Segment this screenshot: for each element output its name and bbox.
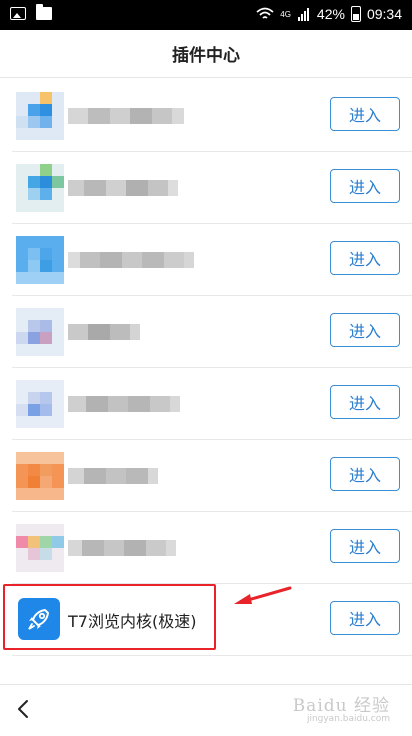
plugin-row: 进入: [12, 296, 412, 368]
chevron-left-icon[interactable]: [12, 697, 36, 721]
signal-icon: [297, 8, 309, 21]
battery-icon: [350, 6, 361, 22]
blurred-plugin-name: [68, 396, 180, 412]
blurred-plugin-name: [68, 180, 178, 196]
enter-button[interactable]: 进入: [330, 169, 400, 203]
plugin-row: 进入: [12, 80, 412, 152]
image-icon: [10, 7, 26, 20]
blurred-plugin-icon: [16, 452, 64, 500]
enter-button[interactable]: 进入: [330, 313, 400, 347]
plugin-row: 进入: [12, 224, 412, 296]
enter-button[interactable]: 进入: [330, 457, 400, 491]
plugin-row: 进入: [12, 440, 412, 512]
rocket-icon: [18, 598, 60, 640]
plugin-name: T7浏览内核(极速): [68, 612, 197, 631]
blurred-plugin-name: [68, 252, 194, 268]
blurred-plugin-icon: [16, 308, 64, 356]
clock: 09:34: [366, 6, 402, 22]
enter-button[interactable]: 进入: [330, 601, 400, 635]
app-header: 插件中心: [0, 30, 412, 78]
blurred-plugin-name: [68, 540, 176, 556]
watermark-url: jingyan.baidu.com: [306, 714, 390, 724]
blurred-plugin-name: [68, 324, 140, 340]
blurred-plugin-icon: [16, 524, 64, 572]
blurred-plugin-icon: [16, 380, 64, 428]
plugin-row: 进入: [12, 152, 412, 224]
blurred-plugin-icon: [16, 236, 64, 284]
blurred-plugin-icon: [16, 164, 64, 212]
plugin-row-t7: T7浏览内核(极速) 进入: [12, 584, 412, 656]
enter-button[interactable]: 进入: [330, 241, 400, 275]
blurred-plugin-name: [68, 108, 184, 124]
network-label: 4G: [280, 9, 291, 19]
status-bar: 4G 42% 09:34: [0, 0, 412, 30]
blurred-plugin-name: [68, 468, 158, 484]
blurred-plugin-icon: [16, 92, 64, 140]
watermark-logo: Baidu 经验: [292, 696, 390, 716]
page-title: 插件中心: [172, 46, 240, 66]
wifi-icon: [256, 7, 274, 19]
enter-button[interactable]: 进入: [330, 97, 400, 131]
plugin-list: 进入 进入 进入 进入 进入 进入 进入 T7浏览内核(极速) 进入: [0, 80, 412, 656]
enter-button[interactable]: 进入: [330, 529, 400, 563]
battery-percent: 42%: [316, 6, 345, 22]
enter-button[interactable]: 进入: [330, 385, 400, 419]
plugin-row: 进入: [12, 368, 412, 440]
watermark: Baidu 经验 jingyan.baidu.com: [293, 691, 390, 724]
bottom-nav-bar: Baidu 经验 jingyan.baidu.com: [0, 684, 412, 736]
folder-icon: [36, 4, 52, 20]
plugin-row: 进入: [12, 512, 412, 584]
